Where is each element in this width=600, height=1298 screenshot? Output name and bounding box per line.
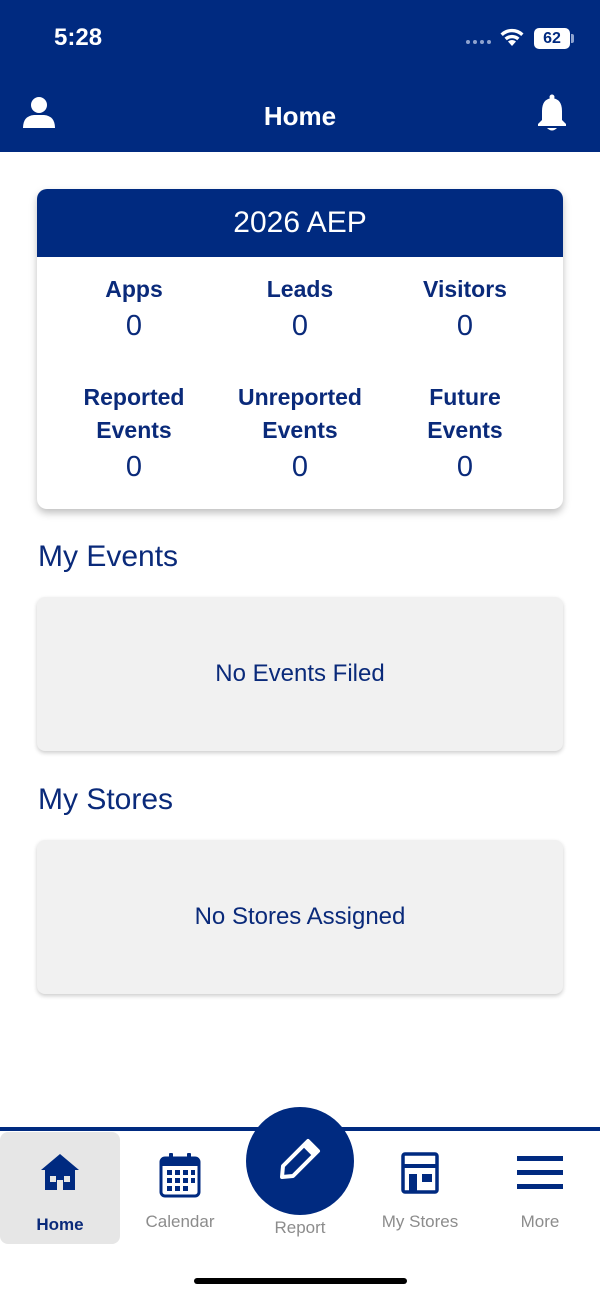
my-events-empty-text: No Events Filed bbox=[215, 660, 385, 687]
stat-value: 0 bbox=[125, 451, 143, 483]
tab-home[interactable]: Home bbox=[0, 1132, 120, 1244]
stat-label: Visitors bbox=[423, 276, 507, 302]
battery-cap bbox=[571, 34, 574, 43]
stat-reported-events: Reported Events 0 bbox=[46, 381, 222, 485]
store-icon bbox=[360, 1152, 480, 1194]
stat-label: Leads bbox=[266, 276, 334, 302]
stat-value: 0 bbox=[456, 310, 474, 342]
stat-future-events: Future Events 0 bbox=[377, 381, 553, 485]
my-stores-empty-text: No Stores Assigned bbox=[194, 903, 406, 930]
my-stores-empty-box: No Stores Assigned bbox=[37, 840, 563, 994]
stat-visitors: Visitors 0 bbox=[377, 273, 553, 344]
stat-value: 0 bbox=[125, 310, 143, 342]
battery-indicator: 62 bbox=[534, 28, 570, 49]
page-title: Home bbox=[263, 101, 337, 131]
report-button[interactable] bbox=[246, 1107, 354, 1215]
tab-label: My Stores bbox=[381, 1212, 459, 1231]
home-indicator bbox=[194, 1278, 407, 1284]
stat-value: 0 bbox=[291, 310, 309, 342]
my-events-empty-box: No Events Filed bbox=[37, 597, 563, 751]
stat-label-line2: Events bbox=[427, 417, 503, 443]
tab-label: Calendar bbox=[145, 1212, 215, 1231]
app-header: 5:28 62 Home bbox=[0, 0, 600, 152]
my-events-title: My Events bbox=[38, 540, 179, 573]
signal-icon bbox=[466, 40, 491, 44]
pencil-icon bbox=[278, 1137, 322, 1186]
stat-leads: Leads 0 bbox=[212, 273, 388, 344]
calendar-icon bbox=[120, 1152, 240, 1198]
stat-value: 0 bbox=[291, 451, 309, 483]
stat-label-line2: Events bbox=[262, 417, 338, 443]
stat-label-line1: Future bbox=[429, 384, 501, 410]
status-time: 5:28 bbox=[54, 24, 103, 51]
stat-apps: Apps 0 bbox=[46, 273, 222, 344]
stat-label: Apps bbox=[105, 276, 163, 302]
tab-calendar[interactable]: Calendar bbox=[120, 1132, 240, 1244]
tab-more[interactable]: More bbox=[480, 1132, 600, 1244]
bell-icon[interactable] bbox=[536, 94, 568, 137]
stat-label-line1: Unreported bbox=[238, 384, 362, 410]
tab-my-stores[interactable]: My Stores bbox=[360, 1132, 480, 1244]
stat-unreported-events: Unreported Events 0 bbox=[212, 381, 388, 485]
aep-summary-card: 2026 AEP Apps 0 Leads 0 Visitors 0 Repor… bbox=[37, 189, 563, 509]
home-icon bbox=[0, 1152, 120, 1192]
tab-label: Home bbox=[36, 1215, 84, 1234]
stat-label-line1: Reported bbox=[83, 384, 185, 410]
wifi-icon bbox=[498, 26, 526, 53]
my-stores-title: My Stores bbox=[38, 783, 174, 816]
stat-label-line2: Events bbox=[96, 417, 172, 443]
tab-label: More bbox=[520, 1212, 560, 1231]
stat-value: 0 bbox=[456, 451, 474, 483]
menu-icon bbox=[480, 1152, 600, 1192]
summary-card-title: 2026 AEP bbox=[37, 189, 563, 257]
tab-report-label[interactable]: Report bbox=[240, 1218, 360, 1238]
